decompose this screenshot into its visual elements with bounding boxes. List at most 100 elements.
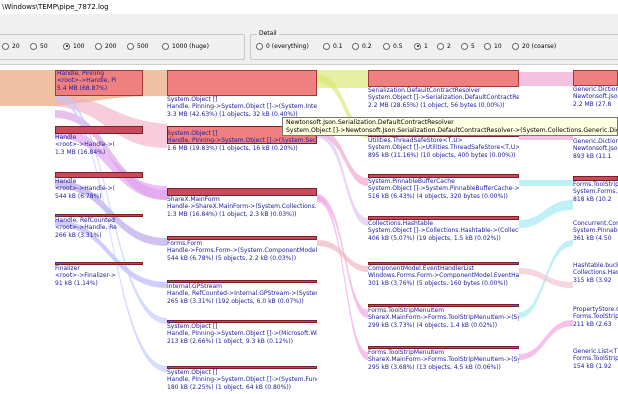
node-title: Handle, RefCounted [55,217,115,224]
detail-option-1[interactable]: 1 [414,41,428,51]
node-path: System.Forms.Pinnable [573,188,618,196]
detail-option-0-2[interactable]: 0.2 [352,41,372,51]
node-path: System.PinnableB [573,227,618,235]
node-sharex-mainform[interactable]: ShareX.MainForm Handle->ShareX.MainForm-… [167,188,317,218]
node-title: Forms.ToolStrip [573,181,618,188]
node-path: Forms.ToolStripM [573,355,618,363]
node-toolstrip-menuitem-1[interactable]: Forms.ToolStripMenuItem ShareX.MainForm-… [368,304,519,329]
flow-band [519,180,573,186]
node-generic-dictionary-1[interactable]: Generic.Dictiona Newtonsoft.Json.S 2.2 M… [573,70,618,108]
node-title: ComponentModel.EventHandlerList [368,265,475,272]
node-size: 516 kB (6.43%) (4 objects, 320 bytes (0.… [368,192,508,200]
node-forms-form[interactable]: Forms.Form Handle->Forms.Form->(System.C… [167,236,317,262]
detail-option-0[interactable]: 0 (everything) [256,41,309,51]
node-label: Serialization.DefaultContractResolver Sy… [368,87,519,109]
node-size: 818 kB (10.2 [573,195,612,203]
node-size: 2.2 MB (27.8 [573,100,612,108]
node-path: Newtonsoft.Json.S [573,145,618,153]
node-path: <root>->Handle, Re [55,224,117,232]
detail-option-2[interactable]: 2 [437,41,451,51]
node-event-handler-list[interactable]: ComponentModel.EventHandlerList Windows.… [368,262,519,287]
node-pinnable-buffer-cache[interactable]: System.PinnableBufferCache System.Object… [368,174,519,200]
node-title: Hashtable.bucke [573,262,618,269]
node-object-array-1[interactable]: System.Object [] Handle, Pinning->System… [167,70,317,118]
node-finalizer[interactable]: Finalizer <root>->Finalizer-> 91 kB (1.1… [55,262,143,287]
node-size: 893 kB (11.1 [573,152,612,160]
size-option-500[interactable]: 500 [127,41,148,51]
node-path: <root>->Handle->( [55,185,115,193]
size-option-200[interactable]: 200 [95,41,116,51]
node-size: 895 kB (11.16%) (10 objects, 400 bytes (… [368,151,516,159]
radio-icon [63,42,70,50]
size-option-100[interactable]: 100 [63,41,84,51]
node-label: Forms.ToolStrip System.Forms.Pinnable 81… [573,181,618,203]
node-forms-toolstrip[interactable]: Forms.ToolStrip System.Forms.Pinnable 81… [573,176,618,203]
node-title: Handle [55,178,77,185]
node-size: 1.3 MB (16.84%) [55,148,106,156]
node-title: System.Object [] [167,96,218,103]
node-concurrent[interactable]: Concurrent.Conc System.PinnableB 361 kB … [573,220,618,242]
node-size: 154 kB (1.92 [573,362,612,370]
node-object-array-3[interactable]: System.Object [] Handle, Pinning->System… [167,320,317,345]
node-path: <root>->Finalizer-> [55,272,116,280]
node-path: System.Object []->System.PinnableBufferC… [368,185,519,193]
node-object-array-4[interactable]: System.Object [] Handle, Pinning->System… [167,366,317,391]
node-bar [167,70,317,96]
node-label: Forms.Form Handle->Forms.Form->(System.C… [167,240,317,262]
node-path: Handle, Pinning->System.Object []->(Micr… [167,330,317,338]
node-path: ShareX.MainForm->Forms.ToolStripMenuItem… [368,314,519,322]
detail-option-0-5[interactable]: 0.5 [383,41,403,51]
radio-icon [30,42,37,50]
size-option-50[interactable]: 50 [30,41,48,51]
node-label: Collections.Hashtable System.Object []->… [368,220,519,242]
flow-band [519,268,573,288]
detail-option-20[interactable]: 20 (coarse) [512,41,556,51]
node-title: Forms.ToolStripMenuItem [368,307,445,314]
node-size: 1.3 MB (16.84%) (1 object, 2.3 kB (0.03%… [167,210,297,218]
radio-icon [323,42,330,50]
node-path: Handle->ShareX.MainForm->(System.Collect… [167,203,317,211]
node-size: 2.2 MB (28.65%) (1 object, 56 bytes (0.0… [368,101,505,109]
size-option-1000[interactable]: 1000 (huge) [162,41,209,51]
node-label: Generic.List<T> Forms.ToolStripM 154 kB … [573,348,618,370]
node-label: Handle <root>->Handle->( 1.3 MB (16.84%) [55,134,143,156]
node-path: Handle->Forms.Form->(System.ComponentMod… [167,247,317,255]
node-title: Handle [55,134,77,141]
node-property-store[interactable]: PropertyStore.Ob Forms.ToolStrip 211 kB … [573,306,618,328]
radio-icon [512,42,519,50]
flow-band [519,200,573,228]
detail-option-5[interactable]: 5 [461,41,475,51]
node-generic-list[interactable]: Generic.List<T> Forms.ToolStripM 154 kB … [573,348,618,370]
flow-band [519,72,573,86]
node-label: System.Object [] Handle, Pinning->System… [167,323,317,345]
node-path: Forms.ToolStrip [573,313,618,321]
node-title: Concurrent.Conc [573,220,618,227]
node-handle-refcounted[interactable]: Handle, RefCounted <root>->Handle, Re 26… [55,214,143,239]
node-label: Hashtable.bucke Collections.Hasht 315 kB… [573,262,618,284]
radio-icon [461,42,468,50]
node-label: Internal.GPStream Handle, RefCounted->In… [167,283,317,305]
node-title: System.Object [] [167,369,218,376]
node-label: Handle, Pinning <root>->Handle, Pi 5.4 M… [55,70,143,92]
node-handle-1[interactable]: Handle <root>->Handle->( 1.3 MB (16.84%) [55,126,143,156]
node-handle-pinning[interactable]: Handle, Pinning <root>->Handle, Pi 5.4 M… [55,70,143,96]
detail-option-0-1[interactable]: 0.1 [323,41,343,51]
size-option-20[interactable]: 20 [2,41,20,51]
node-title: Generic.List<T> [573,348,618,355]
node-default-contract-resolver[interactable]: Serialization.DefaultContractResolver Sy… [368,70,519,109]
node-gpstream[interactable]: Internal.GPStream Handle, RefCounted->In… [167,280,317,305]
node-hashtable[interactable]: Collections.Hashtable System.Object []->… [368,216,519,242]
node-handle-2[interactable]: Handle <root>->Handle->( 544 kB (6.78%) [55,172,143,200]
detail-option-10[interactable]: 10 [484,41,502,51]
node-size: 213 kB (2.66%) (1 object, 9.3 kB (0.12%)… [167,337,293,345]
node-toolstrip-menuitem-2[interactable]: Forms.ToolStripMenuItem ShareX.MainForm-… [368,346,519,371]
node-generic-dictionary-2[interactable]: Generic.Dictiona Newtonsoft.Json.S 893 k… [573,138,618,160]
node-size: 211 kB (2.63 [573,320,612,328]
node-hashtable-bucket[interactable]: Hashtable.bucke Collections.Hasht 315 kB… [573,262,618,284]
tooltip-title: Newtonsoft.Json.Serialization.DefaultCon… [286,119,454,126]
node-size: 91 kB (1.14%) [55,279,98,287]
node-label: System.PinnableBufferCache System.Object… [368,178,519,200]
radio-icon [127,42,134,50]
node-path: System.Object []->Collections.Hashtable-… [368,227,519,235]
radio-icon [95,42,102,50]
